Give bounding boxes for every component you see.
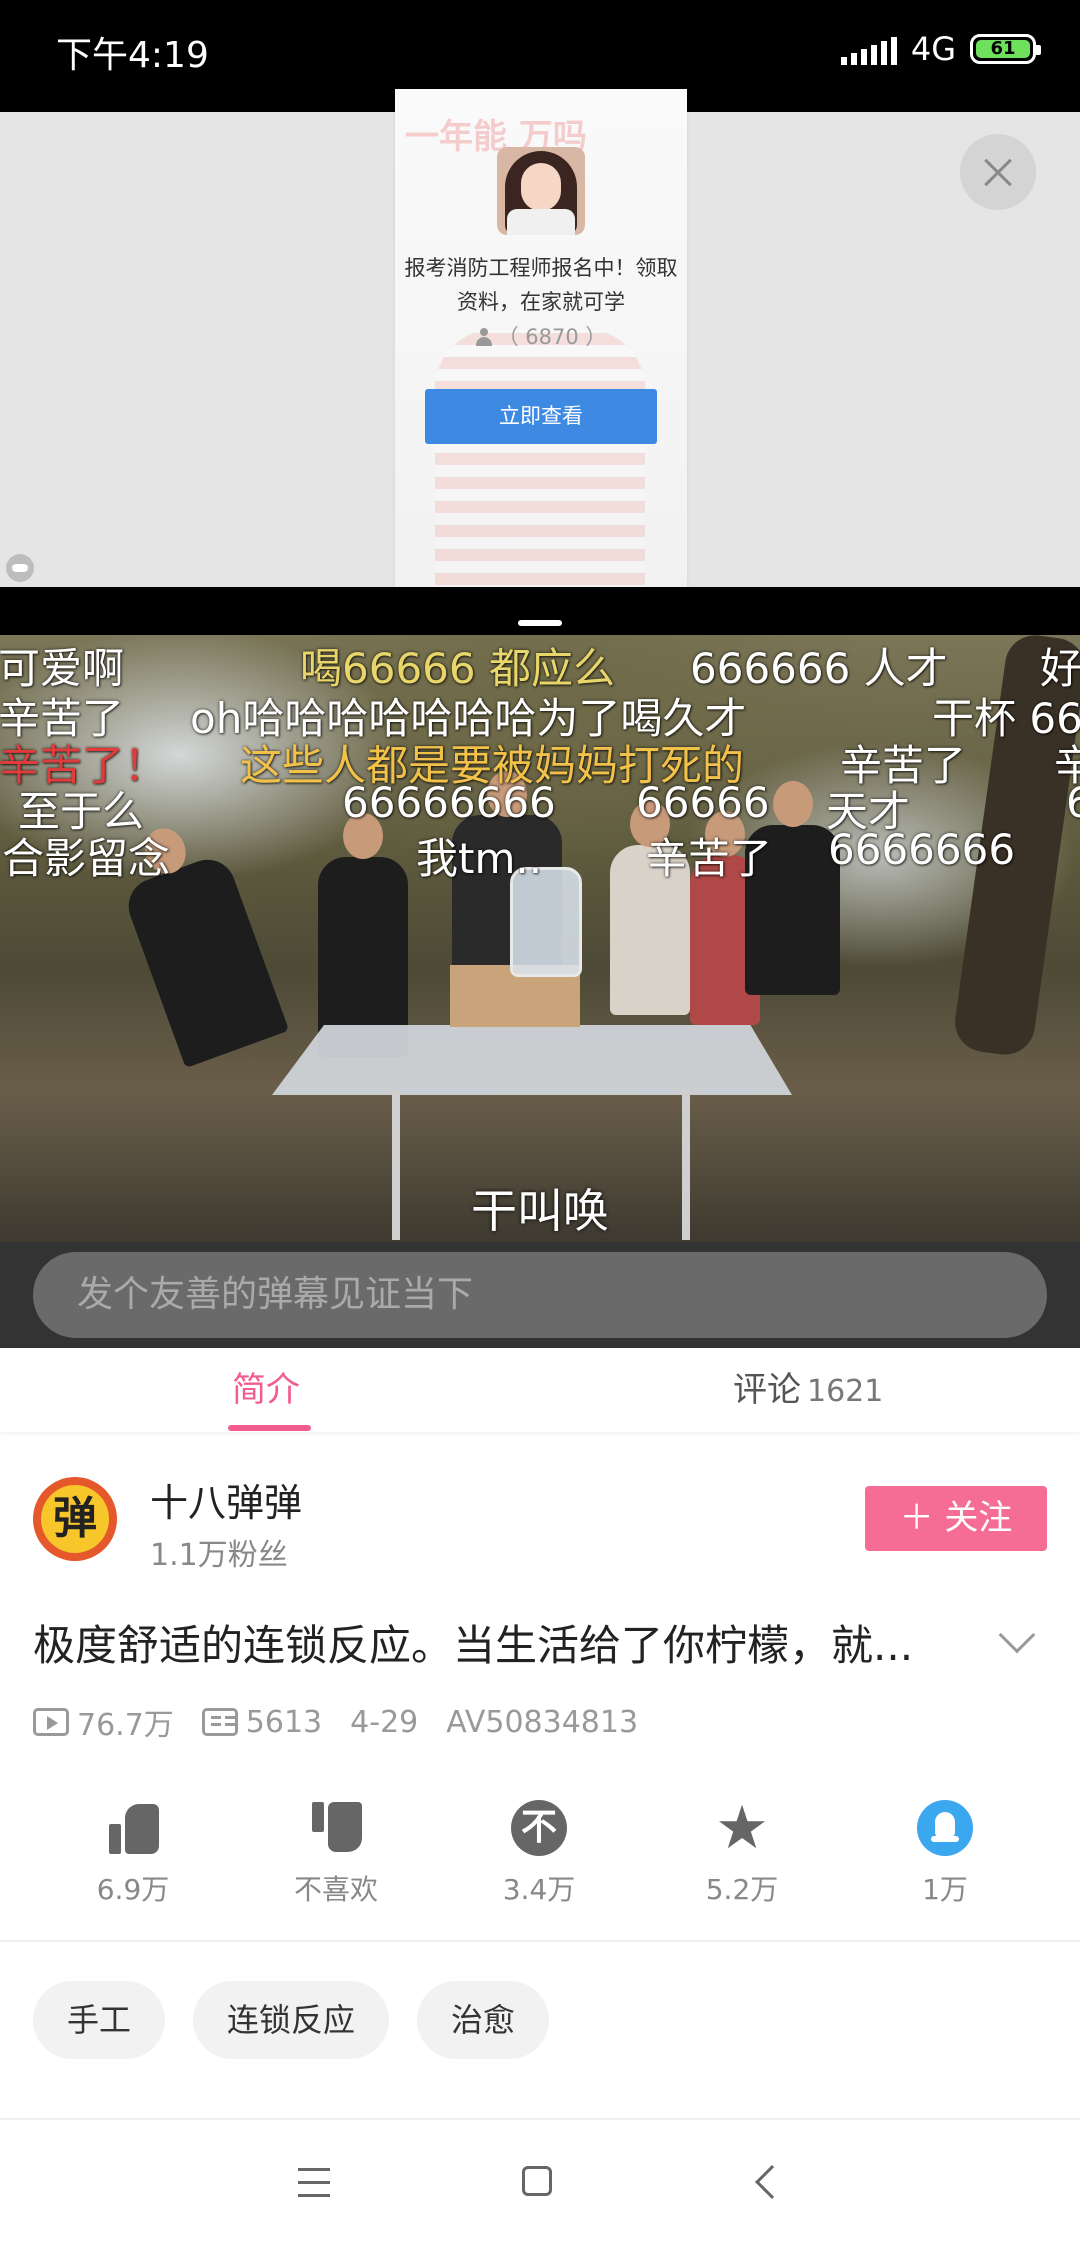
- tag-item[interactable]: 连锁反应: [193, 1981, 390, 2059]
- tab-comments[interactable]: 评论 1621: [733, 1348, 883, 1432]
- status-icons: 4G 61: [840, 30, 1041, 68]
- tag-list: 手工 连锁反应 治愈: [33, 1981, 550, 2059]
- danmaku-count-icon: [201, 1708, 238, 1736]
- tab-active-indicator: [228, 1425, 311, 1431]
- video-meta: 76.7万 5613 4-29 AV50834813: [33, 1700, 638, 1744]
- danmaku-comment: 66666666: [342, 778, 556, 827]
- danmaku-comment: 我tm..: [416, 834, 543, 883]
- battery-icon: 61: [970, 34, 1041, 64]
- back-icon[interactable]: [755, 2165, 789, 2199]
- coin-button[interactable]: 不 3.4万: [469, 1800, 609, 1908]
- tag-item[interactable]: 手工: [33, 1981, 166, 2059]
- danmaku-count: 5613: [245, 1704, 323, 1740]
- video-subtitle: 干叫唤: [471, 1184, 609, 1238]
- ad-banner: 一年能 万吗 报考消防工程师报名中！领取资料，在家就可学 （ 6870 ） 立即…: [0, 89, 1080, 607]
- danmaku-meta: 5613: [201, 1704, 323, 1740]
- status-time: 下午4:19: [56, 35, 209, 76]
- coin-icon: 不: [511, 1800, 567, 1856]
- danmaku-input[interactable]: 发个友善的弹幕见证当下: [33, 1252, 1047, 1338]
- share-icon: [917, 1800, 973, 1856]
- av-number: AV50834813: [446, 1704, 639, 1740]
- view-count: 76.7万: [77, 1708, 174, 1743]
- play-count-icon: [33, 1708, 69, 1736]
- avatar-character: 弹: [41, 1485, 109, 1553]
- follow-button[interactable]: ＋ 关注: [865, 1486, 1047, 1551]
- favorite-button[interactable]: ★ 5.2万: [672, 1793, 812, 1908]
- ad-description: 报考消防工程师报名中！领取资料，在家就可学: [404, 256, 678, 314]
- ad-count-value: （ 6870 ）: [497, 325, 607, 349]
- close-icon[interactable]: [960, 134, 1036, 210]
- coin-count: 3.4万: [502, 1873, 576, 1906]
- tab-intro[interactable]: 简介: [232, 1348, 300, 1432]
- share-count: 1万: [922, 1873, 968, 1906]
- chevron-down-icon[interactable]: [998, 1616, 1036, 1654]
- split-screen-divider[interactable]: [0, 587, 1080, 635]
- avatar[interactable]: 弹: [33, 1477, 117, 1561]
- ad-view-now-button[interactable]: 立即查看: [425, 389, 657, 444]
- ad-avatar: [497, 147, 585, 235]
- tab-comments-count: 1621: [807, 1374, 884, 1409]
- danmaku-input-bar: 发个友善的弹幕见证当下: [0, 1242, 1080, 1348]
- battery-level: 61: [976, 40, 1030, 58]
- danmaku-comment: 66666: [636, 778, 770, 827]
- thumb-down-icon: [308, 1800, 364, 1856]
- like-count: 6.9万: [96, 1873, 170, 1906]
- thumb-up-icon: [105, 1800, 161, 1856]
- person-icon: [475, 328, 492, 346]
- ad-card[interactable]: 一年能 万吗 报考消防工程师报名中！领取资料，在家就可学 （ 6870 ） 立即…: [395, 89, 687, 607]
- home-icon[interactable]: [522, 2166, 552, 2196]
- drag-handle-icon[interactable]: [518, 620, 562, 626]
- danmaku-comment: 合影留念: [2, 834, 171, 883]
- views-meta: 76.7万: [33, 1700, 174, 1744]
- ad-background-figure: [435, 329, 645, 607]
- publish-date: 4-29: [350, 1704, 419, 1740]
- uploader-fans: 1.1万粉丝: [150, 1538, 288, 1573]
- uploader-name[interactable]: 十八弹弹: [150, 1472, 302, 1527]
- star-icon: ★: [715, 1793, 769, 1863]
- signal-icon: [840, 33, 897, 65]
- video-scene-table: [272, 1025, 792, 1095]
- danmaku-comment: 6: [1066, 778, 1080, 827]
- action-bar: 6.9万 不喜欢 不 3.4万 ★ 5.2万 1万: [0, 1793, 1080, 1930]
- ad-source-icon: [6, 554, 34, 582]
- video-player[interactable]: 可爱啊 喝66666 都应么 666666 人才 好 辛苦了 oh哈哈哈哈哈哈哈…: [0, 635, 1080, 1242]
- menu-icon[interactable]: [298, 2168, 330, 2198]
- danmaku-comment: 辛苦了: [646, 834, 773, 883]
- tab-comments-label: 评论: [733, 1370, 801, 1410]
- network-label: 4G: [910, 30, 956, 68]
- dislike-button[interactable]: 不喜欢: [266, 1800, 406, 1908]
- favorite-count: 5.2万: [705, 1873, 779, 1906]
- divider: [0, 1940, 1080, 1942]
- dislike-label: 不喜欢: [293, 1873, 378, 1906]
- tag-item[interactable]: 治愈: [417, 1981, 550, 2059]
- ad-count: （ 6870 ）: [395, 321, 687, 351]
- video-title: 极度舒适的连锁反应。当生活给了你柠檬，就...: [33, 1621, 914, 1670]
- system-nav-bar: [0, 2120, 1080, 2248]
- danmaku-comment: 6666666: [828, 825, 1016, 874]
- detail-tabs: 简介 评论 1621: [0, 1348, 1080, 1432]
- like-button[interactable]: 6.9万: [63, 1800, 203, 1908]
- share-button[interactable]: 1万: [875, 1800, 1015, 1908]
